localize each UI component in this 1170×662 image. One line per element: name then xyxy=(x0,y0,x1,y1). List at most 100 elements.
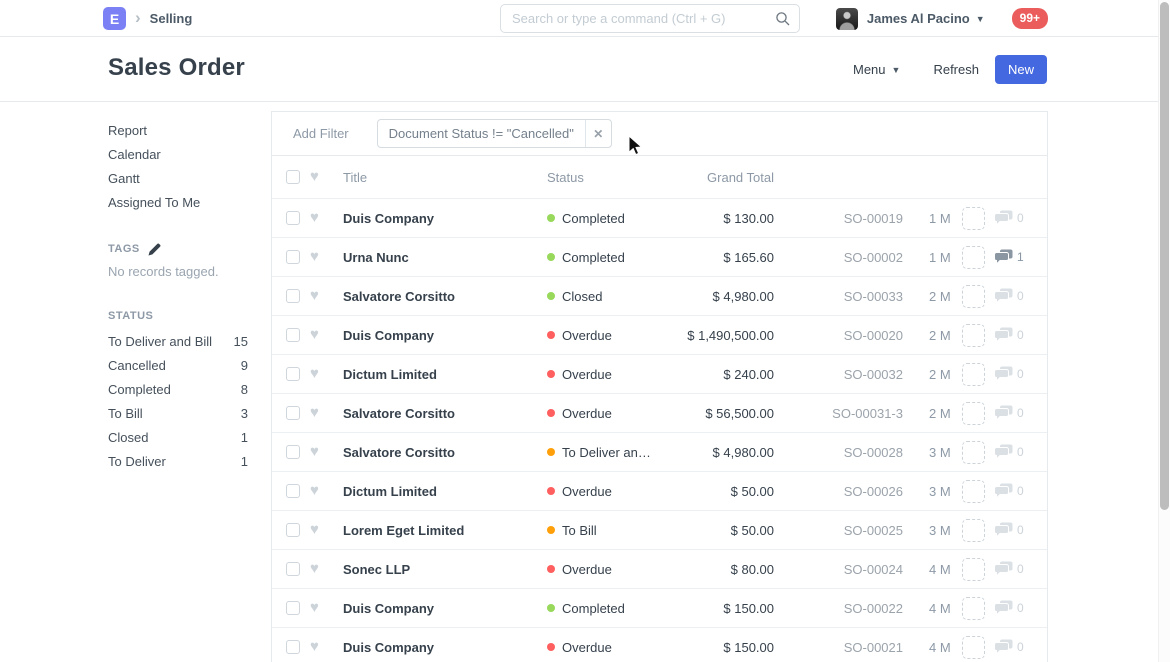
row-document-id[interactable]: SO-00019 xyxy=(774,211,903,226)
row-title[interactable]: Sonec LLP xyxy=(343,562,547,577)
like-heart-icon[interactable]: ♥ xyxy=(310,601,326,615)
sidebar-item-report[interactable]: Report xyxy=(108,119,248,143)
row-checkbox[interactable] xyxy=(286,211,300,225)
status-filter-to-deliver-and-bill[interactable]: To Deliver and Bill15 xyxy=(108,330,248,354)
comment-count-button[interactable]: 0 xyxy=(994,600,1024,616)
row-document-id[interactable]: SO-00002 xyxy=(774,250,903,265)
list-row[interactable]: ♥Duis CompanyOverdue$ 1,490,500.00SO-000… xyxy=(272,315,1047,354)
like-heart-icon[interactable]: ♥ xyxy=(310,406,326,420)
row-title[interactable]: Dictum Limited xyxy=(343,484,547,499)
edit-tags-pencil-icon[interactable] xyxy=(148,243,161,256)
list-row[interactable]: ♥Salvatore CorsittoTo Deliver an…$ 4,980… xyxy=(272,432,1047,471)
row-document-id[interactable]: SO-00033 xyxy=(774,289,903,304)
search-input[interactable] xyxy=(500,4,800,33)
row-title[interactable]: Salvatore Corsitto xyxy=(343,289,547,304)
row-title[interactable]: Duis Company xyxy=(343,640,547,655)
row-document-id[interactable]: SO-00021 xyxy=(774,640,903,655)
row-checkbox[interactable] xyxy=(286,328,300,342)
assign-dropzone[interactable] xyxy=(962,480,985,503)
row-title[interactable]: Duis Company xyxy=(343,601,547,616)
row-title[interactable]: Lorem Eget Limited xyxy=(343,523,547,538)
row-checkbox[interactable] xyxy=(286,406,300,420)
row-checkbox[interactable] xyxy=(286,601,300,615)
like-heart-icon[interactable]: ♥ xyxy=(310,523,326,537)
row-title[interactable]: Urna Nunc xyxy=(343,250,547,265)
assign-dropzone[interactable] xyxy=(962,285,985,308)
row-title[interactable]: Duis Company xyxy=(343,328,547,343)
status-filter-cancelled[interactable]: Cancelled9 xyxy=(108,354,248,378)
comment-count-button[interactable]: 1 xyxy=(994,249,1024,265)
row-checkbox[interactable] xyxy=(286,562,300,576)
row-document-id[interactable]: SO-00025 xyxy=(774,523,903,538)
sidebar-item-gantt[interactable]: Gantt xyxy=(108,167,248,191)
comment-count-button[interactable]: 0 xyxy=(994,561,1024,577)
row-checkbox[interactable] xyxy=(286,445,300,459)
remove-filter-icon[interactable]: ✕ xyxy=(585,120,611,147)
assign-dropzone[interactable] xyxy=(962,363,985,386)
row-document-id[interactable]: SO-00028 xyxy=(774,445,903,460)
row-document-id[interactable]: SO-00024 xyxy=(774,562,903,577)
like-heart-icon[interactable]: ♥ xyxy=(310,289,326,303)
comment-count-button[interactable]: 0 xyxy=(994,366,1024,382)
row-document-id[interactable]: SO-00031-3 xyxy=(774,406,903,421)
comment-count-button[interactable]: 0 xyxy=(994,327,1024,343)
row-document-id[interactable]: SO-00026 xyxy=(774,484,903,499)
like-heart-icon[interactable]: ♥ xyxy=(310,484,326,498)
status-filter-completed[interactable]: Completed8 xyxy=(108,378,248,402)
row-document-id[interactable]: SO-00020 xyxy=(774,328,903,343)
row-title[interactable]: Salvatore Corsitto xyxy=(343,406,547,421)
user-menu[interactable]: James Al Pacino▼ xyxy=(867,11,985,26)
row-document-id[interactable]: SO-00032 xyxy=(774,367,903,382)
like-heart-icon[interactable]: ♥ xyxy=(310,250,326,264)
list-row[interactable]: ♥Dictum LimitedOverdue$ 50.00SO-000263 M… xyxy=(272,471,1047,510)
list-row[interactable]: ♥Lorem Eget LimitedTo Bill$ 50.00SO-0002… xyxy=(272,510,1047,549)
comment-count-button[interactable]: 0 xyxy=(994,522,1024,538)
like-heart-icon[interactable]: ♥ xyxy=(310,211,326,225)
comment-count-button[interactable]: 0 xyxy=(994,444,1024,460)
list-row[interactable]: ♥Salvatore CorsittoClosed$ 4,980.00SO-00… xyxy=(272,276,1047,315)
filter-chip-label[interactable]: Document Status != "Cancelled" xyxy=(378,126,585,141)
assign-dropzone[interactable] xyxy=(962,636,985,659)
row-checkbox[interactable] xyxy=(286,289,300,303)
active-filter-chip[interactable]: Document Status != "Cancelled" ✕ xyxy=(377,119,612,148)
sidebar-item-calendar[interactable]: Calendar xyxy=(108,143,248,167)
comment-count-button[interactable]: 0 xyxy=(994,405,1024,421)
comment-count-button[interactable]: 0 xyxy=(994,210,1024,226)
row-checkbox[interactable] xyxy=(286,523,300,537)
comment-count-button[interactable]: 0 xyxy=(994,639,1024,655)
add-filter-button[interactable]: Add Filter xyxy=(293,126,349,141)
list-row[interactable]: ♥Duis CompanyOverdue$ 150.00SO-000214 M0 xyxy=(272,627,1047,662)
row-title[interactable]: Salvatore Corsitto xyxy=(343,445,547,460)
row-checkbox[interactable] xyxy=(286,367,300,381)
assign-dropzone[interactable] xyxy=(962,597,985,620)
like-heart-icon[interactable]: ♥ xyxy=(310,562,326,576)
list-row[interactable]: ♥Dictum LimitedOverdue$ 240.00SO-000322 … xyxy=(272,354,1047,393)
comment-count-button[interactable]: 0 xyxy=(994,483,1024,499)
sidebar-item-assigned-to-me[interactable]: Assigned To Me xyxy=(108,191,248,215)
notifications-badge[interactable]: 99+ xyxy=(1012,8,1048,29)
like-heart-icon[interactable]: ♥ xyxy=(310,640,326,654)
menu-button[interactable]: Menu▼ xyxy=(853,62,900,77)
like-heart-icon[interactable]: ♥ xyxy=(310,367,326,381)
select-all-checkbox[interactable] xyxy=(286,170,300,184)
list-row[interactable]: ♥Duis CompanyCompleted$ 130.00SO-000191 … xyxy=(272,198,1047,237)
row-document-id[interactable]: SO-00022 xyxy=(774,601,903,616)
assign-dropzone[interactable] xyxy=(962,324,985,347)
row-title[interactable]: Dictum Limited xyxy=(343,367,547,382)
status-filter-to-bill[interactable]: To Bill3 xyxy=(108,402,248,426)
like-filter-heart-icon[interactable]: ♥ xyxy=(310,170,326,184)
like-heart-icon[interactable]: ♥ xyxy=(310,445,326,459)
scrollbar-thumb[interactable] xyxy=(1160,2,1169,510)
assign-dropzone[interactable] xyxy=(962,519,985,542)
row-checkbox[interactable] xyxy=(286,640,300,654)
status-filter-to-deliver[interactable]: To Deliver1 xyxy=(108,450,248,474)
row-title[interactable]: Duis Company xyxy=(343,211,547,226)
status-filter-closed[interactable]: Closed1 xyxy=(108,426,248,450)
list-row[interactable]: ♥Sonec LLPOverdue$ 80.00SO-000244 M0 xyxy=(272,549,1047,588)
refresh-button[interactable]: Refresh xyxy=(933,62,979,77)
row-checkbox[interactable] xyxy=(286,484,300,498)
assign-dropzone[interactable] xyxy=(962,402,985,425)
list-row[interactable]: ♥Urna NuncCompleted$ 165.60SO-000021 M1 xyxy=(272,237,1047,276)
assign-dropzone[interactable] xyxy=(962,207,985,230)
comment-count-button[interactable]: 0 xyxy=(994,288,1024,304)
